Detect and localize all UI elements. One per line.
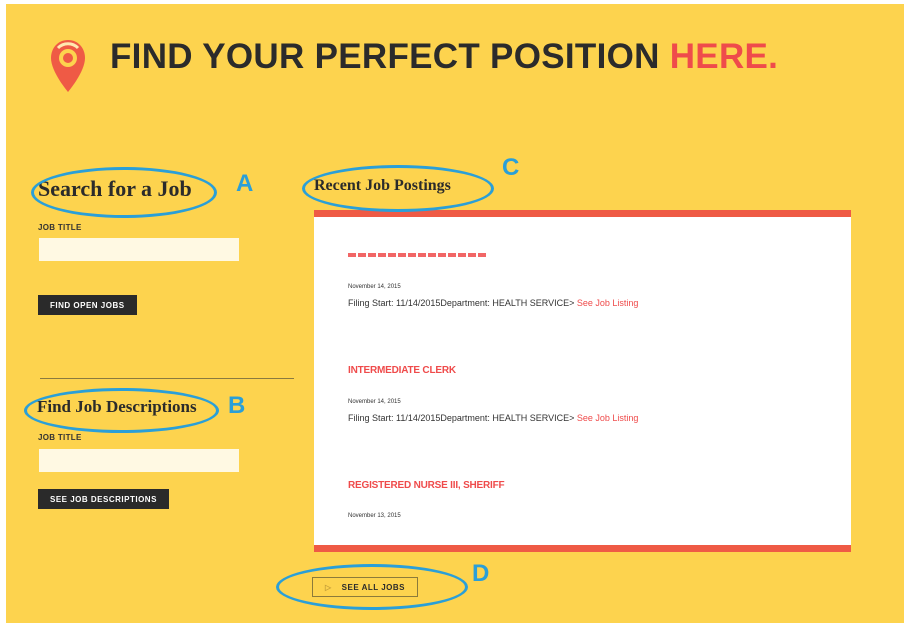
callout-oval-b (24, 388, 219, 433)
job-posting-date: November 14, 2015 (348, 284, 401, 290)
job-posting-date: November 14, 2015 (348, 399, 401, 405)
callout-letter-b: B (228, 392, 246, 419)
job-posting-meta: Filing Start: 11/14/2015Department: HEAL… (348, 298, 638, 308)
see-job-descriptions-button[interactable]: SEE JOB DESCRIPTIONS (38, 489, 169, 509)
section-divider (40, 378, 294, 379)
job-posting-title-cut[interactable] (348, 253, 488, 257)
page-frame: FIND YOUR PERFECT POSITION HERE. Search … (6, 4, 904, 623)
callout-oval-c (302, 165, 494, 212)
job-posting-meta-text: Filing Start: 11/14/2015Department: HEAL… (348, 298, 575, 308)
see-job-listing-link[interactable]: See Job Listing (577, 298, 639, 308)
callout-oval-d (276, 564, 468, 610)
job-descriptions-title-label: JOB TITLE (38, 433, 82, 442)
page-headline: FIND YOUR PERFECT POSITION HERE. (110, 37, 778, 77)
headline-main: FIND YOUR PERFECT POSITION (110, 37, 660, 76)
callout-oval-a (31, 167, 217, 218)
headline-accent: HERE. (669, 37, 779, 76)
job-posting-title[interactable]: INTERMEDIATE CLERK (348, 365, 456, 376)
see-job-listing-link[interactable]: See Job Listing (577, 413, 639, 423)
callout-letter-d: D (472, 560, 490, 587)
callout-letter-c: C (502, 154, 520, 181)
find-open-jobs-button[interactable]: FIND OPEN JOBS (38, 295, 137, 315)
job-posting-date: November 13, 2015 (348, 513, 401, 519)
callout-letter-a: A (236, 170, 254, 197)
job-descriptions-input[interactable] (39, 449, 239, 472)
search-job-title-input[interactable] (39, 238, 239, 261)
job-posting-meta-text: Filing Start: 11/14/2015Department: HEAL… (348, 413, 575, 423)
location-pin-icon (51, 40, 85, 92)
job-posting-title[interactable]: REGISTERED NURSE III, SHERIFF (348, 480, 505, 491)
job-posting-meta: Filing Start: 11/14/2015Department: HEAL… (348, 413, 638, 423)
search-job-title-label: JOB TITLE (38, 223, 82, 232)
recent-postings-panel: November 14, 2015 Filing Start: 11/14/20… (314, 210, 851, 552)
